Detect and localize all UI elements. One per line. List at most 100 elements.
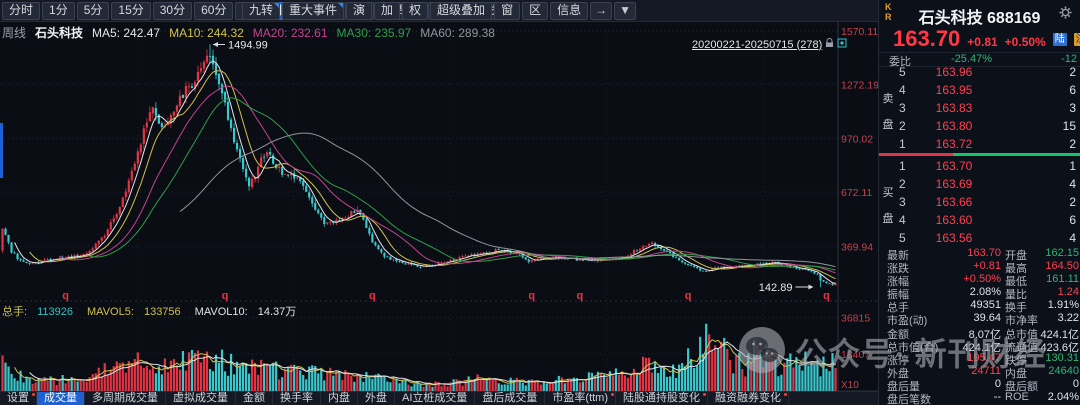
candlestick-chart[interactable]: 1570.111272.19970.02672.11369.9436815184… bbox=[0, 0, 878, 405]
level-number: 4 bbox=[899, 83, 906, 97]
indicator-tab[interactable]: 成交量 bbox=[37, 392, 85, 405]
ma-value: MA60: 289.38 bbox=[420, 26, 495, 40]
lock-icon[interactable] bbox=[825, 38, 834, 51]
detail-value: 0 bbox=[941, 378, 1001, 390]
svg-text:1272.19: 1272.19 bbox=[841, 79, 878, 91]
chart-period-label: 周线 bbox=[2, 26, 26, 40]
ask-book: 5163.9624163.956 3 163.83 3 2163.80151163.72… bbox=[879, 63, 1080, 152]
volume-number: 113926 bbox=[37, 306, 73, 318]
svg-text:369.94: 369.94 bbox=[841, 241, 873, 253]
ma-value: MA5: 242.47 bbox=[92, 26, 160, 40]
sell-strength bbox=[879, 153, 953, 156]
buy-side-label: 买盘 bbox=[881, 180, 895, 232]
indicator-tab[interactable]: 多周期成交量 bbox=[85, 392, 166, 405]
indicator-tab[interactable]: 融资融券变化 bbox=[708, 392, 789, 405]
ask-row[interactable]: 2163.8015 bbox=[879, 117, 1080, 135]
ask-row[interactable]: 3 163.83 3 bbox=[879, 99, 1080, 117]
level-number: 5 bbox=[899, 65, 906, 79]
detail-value: +0.50% bbox=[941, 273, 1001, 285]
ma-value: MA10: 244.32 bbox=[169, 26, 244, 40]
svg-text:36815: 36815 bbox=[841, 313, 870, 325]
detail-label: 盘后笔数 bbox=[887, 391, 931, 405]
level-qty: 6 bbox=[1069, 213, 1076, 227]
svg-text:1494.99: 1494.99 bbox=[228, 40, 268, 52]
detail-value: +0.81 bbox=[941, 260, 1001, 272]
indicator-tab[interactable]: 外盘 bbox=[358, 392, 395, 405]
level-price: 163.70 bbox=[924, 159, 984, 173]
indicator-tab[interactable]: 金额 bbox=[236, 392, 273, 405]
indicator-tab-bar: 设置成交量多周期成交量虚拟成交量金额换手率内盘外盘AI立桩成交量盘后成交量市盈率… bbox=[0, 391, 878, 405]
indicator-tab[interactable]: 盘后成交量 bbox=[475, 392, 545, 405]
price-row: 163.70 +0.81 +0.50% 陆 注 bbox=[893, 26, 1080, 52]
detail-row: 市盈(动)39.64市净率3.22 bbox=[879, 312, 1080, 325]
detail-value: 2.04% bbox=[1017, 391, 1079, 403]
last-price: 163.70 bbox=[893, 26, 960, 52]
bid-row[interactable]: 5163.564 bbox=[879, 229, 1080, 247]
svg-text:q: q bbox=[222, 290, 229, 302]
detail-value: 1.24 bbox=[1017, 286, 1079, 298]
level-number: 2 bbox=[899, 177, 906, 191]
bid-row[interactable]: 2163.694 bbox=[879, 175, 1080, 193]
ask-row[interactable]: 5163.962 bbox=[879, 63, 1080, 81]
new-dot bbox=[784, 393, 787, 396]
detail-row: 外盘24711内盘24640 bbox=[879, 365, 1080, 378]
detail-row: 金额8.07亿总市值424.1亿 bbox=[879, 326, 1080, 339]
stock-title: 石头科技 688169 bbox=[879, 4, 1080, 28]
date-range-label[interactable]: 20200221-20250715 (278) bbox=[692, 38, 847, 51]
gear-icon[interactable] bbox=[1059, 6, 1072, 24]
volume-number: 14.37万 bbox=[258, 306, 297, 318]
svg-text:18407: 18407 bbox=[841, 349, 870, 361]
detail-value: 2.08% bbox=[941, 286, 1001, 298]
indicator-tab[interactable]: 设置 bbox=[0, 392, 37, 405]
zhu-badge[interactable]: 注 bbox=[1074, 33, 1080, 46]
svg-text:672.11: 672.11 bbox=[841, 187, 872, 199]
indicator-tab[interactable]: 内盘 bbox=[321, 392, 358, 405]
level-number: 5 bbox=[899, 231, 906, 245]
svg-text:q: q bbox=[823, 290, 830, 302]
detail-row: 盘后量0盘后额0 bbox=[879, 378, 1080, 391]
level-qty: 3 bbox=[1069, 101, 1076, 115]
indicator-tab[interactable]: 虚拟成交量 bbox=[166, 392, 236, 405]
svg-text:970.02: 970.02 bbox=[841, 134, 873, 146]
level-number: 3 bbox=[899, 101, 906, 115]
detail-value: 24640 bbox=[1017, 365, 1079, 377]
level-qty: 2 bbox=[1069, 195, 1076, 209]
indicator-tab[interactable]: 市盈率(ttm) bbox=[545, 392, 616, 405]
volume-indicator-header: 总手: 113926MAVOL5: 133756MAVOL10: 14.37万 bbox=[2, 303, 310, 319]
svg-text:q: q bbox=[685, 290, 692, 302]
level-price: 163.60 bbox=[924, 213, 984, 227]
level-qty: 15 bbox=[1063, 119, 1076, 133]
level-qty: 6 bbox=[1069, 83, 1076, 97]
bid-row[interactable]: 3163.662 bbox=[879, 193, 1080, 211]
draw-mark-icon[interactable] bbox=[837, 38, 847, 51]
ask-row[interactable]: 1163.722 bbox=[879, 135, 1080, 153]
left-edge-marker bbox=[0, 123, 3, 178]
detail-row: 涨停195.47跌停130.31 bbox=[879, 352, 1080, 365]
detail-value: 1.91% bbox=[1017, 299, 1079, 311]
indicator-tab[interactable]: AI立桩成交量 bbox=[395, 392, 475, 405]
indicator-tab[interactable]: 陆股通持股变化 bbox=[616, 392, 708, 405]
lu-badge[interactable]: 陆 bbox=[1053, 33, 1067, 46]
detail-row: 总手49351换手1.91% bbox=[879, 299, 1080, 312]
level-price: 163.83 bbox=[924, 101, 984, 115]
detail-row: 涨幅+0.50%最低161.11 bbox=[879, 273, 1080, 286]
detail-value: 3.22 bbox=[1017, 312, 1079, 324]
detail-value: 24711 bbox=[941, 365, 1001, 377]
buy-strength bbox=[953, 153, 1080, 156]
level-price: 163.69 bbox=[924, 177, 984, 191]
svg-text:q: q bbox=[369, 290, 376, 302]
new-dot bbox=[611, 393, 614, 396]
level-number: 4 bbox=[899, 213, 906, 227]
stock-app-window: 1570.111272.19970.02672.11369.9436815184… bbox=[0, 0, 1080, 405]
detail-value: 39.64 bbox=[941, 312, 1001, 324]
price-change: +0.81 bbox=[967, 35, 997, 49]
volume-label: MAVOL10: bbox=[195, 306, 251, 318]
svg-text:142.89: 142.89 bbox=[759, 282, 793, 294]
volume-number: 133756 bbox=[144, 306, 181, 318]
bid-row[interactable]: 1163.701 bbox=[879, 157, 1080, 175]
svg-text:X10: X10 bbox=[841, 380, 859, 391]
detail-value: -- bbox=[941, 391, 1001, 403]
bid-row[interactable]: 4 163.60 6 bbox=[879, 211, 1080, 229]
indicator-tab[interactable]: 换手率 bbox=[273, 392, 321, 405]
ask-row[interactable]: 4163.956 bbox=[879, 81, 1080, 99]
